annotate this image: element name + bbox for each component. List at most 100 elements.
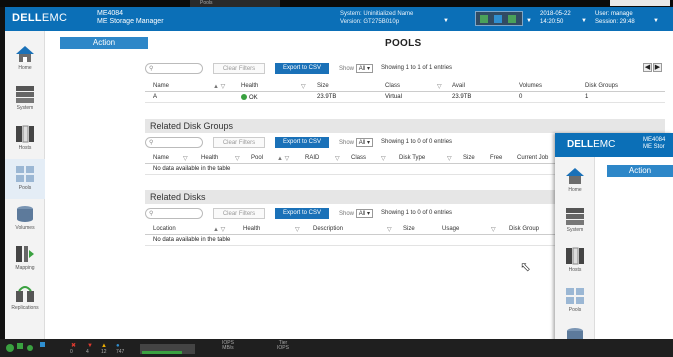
status-dropdown-icon[interactable]: ▼ bbox=[526, 18, 532, 24]
overlay-action-button[interactable]: Action bbox=[607, 165, 673, 177]
table-header: Name ▲ ▽ Health ▽ Size Class ▽ Avail Vol… bbox=[145, 81, 665, 92]
filter-icon[interactable]: ▽ bbox=[301, 83, 306, 90]
filter-icon[interactable]: ▽ bbox=[387, 226, 392, 233]
home-icon bbox=[565, 167, 585, 185]
sidebar-item-label: Volumes bbox=[15, 225, 35, 231]
pager-next-button[interactable]: ▶ bbox=[653, 63, 662, 72]
show-value: All bbox=[358, 140, 366, 146]
col-disk-groups[interactable]: Disk Groups bbox=[585, 83, 618, 89]
enclosure-status-icon[interactable] bbox=[475, 11, 523, 26]
browser-tab[interactable]: Pools bbox=[190, 0, 280, 7]
clear-filters-button[interactable]: Clear Filters bbox=[213, 208, 265, 219]
col-health[interactable]: Health bbox=[201, 155, 218, 161]
pools-search-input[interactable]: ⚲ bbox=[145, 63, 203, 74]
overlay-sidebar-item-system[interactable]: System bbox=[555, 201, 595, 235]
activity-graph-fill bbox=[142, 351, 182, 354]
search-icon: ⚲ bbox=[149, 140, 154, 146]
col-avail[interactable]: Avail bbox=[452, 83, 465, 89]
filter-icon[interactable]: ▽ bbox=[235, 155, 240, 162]
col-volumes[interactable]: Volumes bbox=[519, 83, 542, 89]
col-location[interactable]: Location bbox=[153, 226, 176, 232]
disks-search-input[interactable]: ⚲ bbox=[145, 208, 203, 219]
col-name[interactable]: Name bbox=[153, 83, 169, 89]
filter-icon[interactable]: ▽ bbox=[335, 155, 340, 162]
product-info: ME4084 ME Storage Manager bbox=[97, 10, 164, 26]
overlay-sidebar-item-pools[interactable]: Pools bbox=[555, 281, 595, 315]
critical-count[interactable]: 0 bbox=[70, 350, 73, 355]
sidebar-item-replications[interactable]: Replications bbox=[5, 279, 45, 319]
sidebar-item-hosts[interactable]: Hosts bbox=[5, 119, 45, 159]
system-info[interactable]: System: Uninitialized Name Version: GT275… bbox=[340, 10, 413, 26]
sort-filter-icon[interactable]: ▲ ▽ bbox=[213, 83, 225, 90]
clear-filters-button[interactable]: Clear Filters bbox=[213, 63, 265, 74]
user-dropdown-icon[interactable]: ▼ bbox=[653, 18, 659, 24]
overlay-window[interactable]: DELLEMC ME4084 ME Stor Home System Hosts … bbox=[555, 133, 673, 357]
pager: ◀ ▶ bbox=[642, 63, 662, 72]
table-row[interactable]: A OK 23.9TB Virtual 23.9TB 0 1 bbox=[145, 92, 665, 103]
warning-count[interactable]: 12 bbox=[101, 350, 107, 355]
filter-icon[interactable]: ▽ bbox=[183, 155, 188, 162]
sidebar-item-volumes[interactable]: Volumes bbox=[5, 199, 45, 239]
show-label: Show bbox=[339, 140, 355, 146]
col-free[interactable]: Free bbox=[490, 155, 502, 161]
tier-labels: Tier IOPS bbox=[277, 341, 289, 351]
system-dropdown-icon[interactable]: ▼ bbox=[443, 18, 449, 24]
pager-prev-button[interactable]: ◀ bbox=[643, 63, 652, 72]
action-button[interactable]: Action bbox=[60, 37, 148, 49]
error-count[interactable]: 4 bbox=[86, 350, 89, 355]
col-health[interactable]: Health bbox=[241, 83, 258, 89]
overlay-sidebar-item-hosts[interactable]: Hosts bbox=[555, 241, 595, 275]
user-name: User: manage bbox=[595, 11, 633, 17]
col-current-job[interactable]: Current Job bbox=[517, 155, 548, 161]
info-count[interactable]: 747 bbox=[116, 350, 124, 355]
logo-dell: DELL bbox=[12, 12, 42, 24]
user-info[interactable]: User: manage Session: 29:48 bbox=[595, 10, 635, 26]
sort-filter-icon[interactable]: ▲ ▽ bbox=[213, 226, 225, 233]
dellemc-logo: DELLEMC bbox=[567, 139, 615, 150]
sort-filter-icon[interactable]: ▲ ▽ bbox=[277, 155, 289, 162]
sidebar-item-home[interactable]: Home bbox=[5, 39, 45, 79]
mbs-label: MB/s bbox=[222, 345, 234, 351]
sidebar-item-system[interactable]: System bbox=[5, 79, 45, 119]
show-select[interactable]: All ▾ bbox=[355, 64, 374, 73]
datetime-dropdown-icon[interactable]: ▼ bbox=[581, 18, 587, 24]
export-csv-button[interactable]: Export to CSV bbox=[275, 208, 329, 219]
col-disk-group[interactable]: Disk Group bbox=[509, 226, 539, 232]
col-class[interactable]: Class bbox=[385, 83, 400, 89]
sidebar-item-label: Hosts bbox=[18, 145, 32, 151]
show-select[interactable]: All ▾ bbox=[355, 138, 374, 147]
dg-search-input[interactable]: ⚲ bbox=[145, 137, 203, 148]
clear-filters-button[interactable]: Clear Filters bbox=[213, 137, 265, 148]
export-csv-button[interactable]: Export to CSV bbox=[275, 137, 329, 148]
overlay-sidebar-item-home[interactable]: Home bbox=[555, 161, 595, 195]
filter-icon[interactable]: ▽ bbox=[381, 155, 386, 162]
col-class[interactable]: Class bbox=[351, 155, 366, 161]
system-name: System: Uninitialized Name bbox=[340, 11, 414, 17]
page-title: POOLS bbox=[385, 38, 422, 49]
col-pool[interactable]: Pool bbox=[251, 155, 263, 161]
show-label: Show bbox=[339, 211, 355, 217]
sidebar-item-mapping[interactable]: Mapping bbox=[5, 239, 45, 279]
sidebar-item-pools[interactable]: Pools bbox=[5, 159, 45, 199]
critical-icon: ✖ bbox=[71, 342, 76, 349]
datetime: 2018-05-22 14:20:50 bbox=[540, 10, 571, 26]
show-select[interactable]: All ▾ bbox=[355, 209, 374, 218]
col-raid[interactable]: RAID bbox=[305, 155, 319, 161]
col-size[interactable]: Size bbox=[317, 83, 329, 89]
col-name[interactable]: Name bbox=[153, 155, 169, 161]
export-csv-button[interactable]: Export to CSV bbox=[275, 63, 329, 74]
col-size[interactable]: Size bbox=[463, 155, 475, 161]
cell-disk-groups: 1 bbox=[585, 94, 589, 100]
col-description[interactable]: Description bbox=[313, 226, 343, 232]
col-health[interactable]: Health bbox=[243, 226, 260, 232]
filter-icon[interactable]: ▽ bbox=[437, 83, 442, 90]
time-text: 14:20:50 bbox=[540, 19, 564, 25]
col-usage[interactable]: Usage bbox=[442, 226, 459, 232]
cell-avail: 23.9TB bbox=[452, 94, 472, 100]
filter-icon[interactable]: ▽ bbox=[491, 226, 496, 233]
col-size[interactable]: Size bbox=[403, 226, 415, 232]
col-disk-type[interactable]: Disk Type bbox=[399, 155, 425, 161]
show-value: All bbox=[358, 66, 366, 72]
filter-icon[interactable]: ▽ bbox=[447, 155, 452, 162]
filter-icon[interactable]: ▽ bbox=[295, 226, 300, 233]
